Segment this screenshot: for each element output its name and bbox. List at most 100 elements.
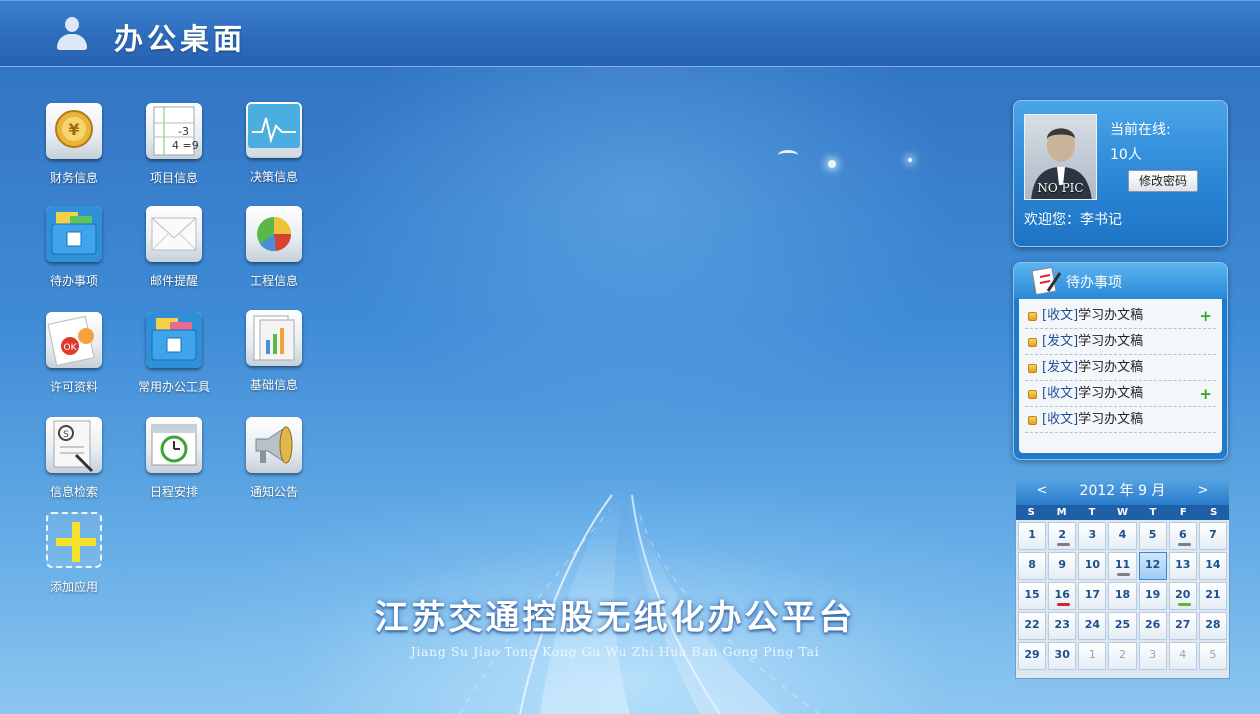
event-marker: [1057, 603, 1071, 606]
online-label: 当前在线:: [1110, 122, 1171, 138]
calendar-day-cell[interactable]: 24: [1078, 612, 1107, 640]
app-office-tools[interactable]: 常用办公工具: [126, 312, 222, 395]
calendar-day-cell[interactable]: 23: [1048, 612, 1077, 640]
calendar-day-cell[interactable]: 5: [1198, 642, 1227, 670]
app-label: 许可资料: [49, 380, 98, 394]
calendar-day-cell[interactable]: 29: [1018, 642, 1047, 670]
app-label: 决策信息: [249, 170, 298, 184]
add-icon[interactable]: +: [1199, 387, 1212, 402]
avatar[interactable]: NO PIC: [1024, 114, 1097, 200]
app-permit-materials[interactable]: OK 许可资料: [26, 312, 122, 395]
calendar-day-number: 1: [1028, 528, 1036, 541]
app-project-info[interactable]: -3 4 =9 项目信息: [126, 103, 222, 186]
calendar-day-cell[interactable]: 4: [1108, 522, 1137, 550]
calendar-day-number: 4: [1179, 648, 1187, 661]
todo-list: [收文]学习办文稿 + [发文]学习办文稿 [发文]学习办文稿 [收文]学习办文…: [1019, 299, 1222, 453]
monitor-chart-icon: [246, 102, 302, 158]
calendar-day-number: 30: [1054, 648, 1070, 661]
calendar-day-cell[interactable]: 28: [1198, 612, 1227, 640]
todo-item[interactable]: [收文]学习办文稿: [1025, 407, 1216, 433]
calendar-day-cell[interactable]: 27: [1168, 612, 1197, 640]
app-label: 待办事项: [49, 274, 98, 288]
user-icon: [56, 17, 88, 51]
add-plus-icon: [46, 512, 102, 568]
app-label: 财务信息: [49, 171, 98, 185]
app-label: 通知公告: [249, 485, 298, 499]
app-todo-items[interactable]: 待办事项: [26, 206, 122, 289]
calendar-day-cell[interactable]: 25: [1108, 612, 1137, 640]
calendar-day-cell[interactable]: 1: [1078, 642, 1107, 670]
app-schedule[interactable]: 日程安排: [126, 417, 222, 500]
calendar-day-number: 27: [1175, 618, 1191, 631]
calendar-day-cell[interactable]: 17: [1078, 582, 1107, 610]
calendar-day-cell[interactable]: 1: [1018, 522, 1047, 550]
calendar-month-title: 2012 年 9 月: [1079, 483, 1166, 499]
report-document-icon: [246, 310, 302, 366]
weekday-label: S: [1027, 507, 1035, 518]
todo-item[interactable]: [发文]学习办文稿: [1025, 355, 1216, 381]
svg-text:¥: ¥: [68, 120, 79, 139]
calendar-day-cell[interactable]: 2: [1048, 522, 1077, 550]
app-label: 基础信息: [249, 378, 298, 392]
app-label: 邮件提醒: [149, 274, 198, 288]
mail-envelope-icon: [146, 206, 202, 262]
app-mail-reminder[interactable]: 邮件提醒: [126, 206, 222, 289]
calendar-day-cell[interactable]: 6: [1168, 522, 1197, 550]
bullet-icon: [1028, 416, 1037, 425]
calendar-day-cell[interactable]: 8: [1018, 552, 1047, 580]
calendar-day-cell[interactable]: 13: [1168, 552, 1197, 580]
calendar-day-cell[interactable]: 3: [1078, 522, 1107, 550]
calendar-day-cell[interactable]: 14: [1198, 552, 1227, 580]
todo-item-tag: [发文]: [1042, 334, 1079, 349]
calendar-day-cell[interactable]: 30: [1048, 642, 1077, 670]
calendar-day-cell[interactable]: 7: [1198, 522, 1227, 550]
weekday-label: S: [1210, 507, 1218, 518]
calendar-day-cell[interactable]: 15: [1018, 582, 1047, 610]
todo-item[interactable]: [收文]学习办文稿 +: [1025, 303, 1216, 329]
app-info-search[interactable]: S 信息检索: [26, 417, 122, 500]
calendar-day-number: 3: [1149, 648, 1157, 661]
app-finance-info[interactable]: ¥ 财务信息: [26, 103, 122, 186]
app-decision-info[interactable]: 决策信息: [226, 102, 322, 185]
next-month-button[interactable]: >: [1191, 477, 1215, 505]
megaphone-icon: [246, 417, 302, 473]
page-title: 办公桌面: [114, 22, 247, 56]
calendar-day-number: 9: [1058, 558, 1067, 571]
app-engineering-info[interactable]: 工程信息: [226, 206, 322, 289]
prev-month-button[interactable]: <: [1030, 477, 1054, 505]
app-label: 日程安排: [149, 485, 198, 499]
calendar-day-cell[interactable]: 16: [1048, 582, 1077, 610]
bullet-icon: [1028, 338, 1037, 347]
calendar-day-cell[interactable]: 5: [1138, 522, 1167, 550]
app-label: 信息检索: [49, 485, 98, 499]
calendar-day-cell[interactable]: 12: [1138, 552, 1167, 580]
calendar-day-number: 5: [1148, 528, 1157, 541]
calendar-day-cell[interactable]: 20: [1168, 582, 1197, 610]
todo-item-tag: [收文]: [1042, 308, 1079, 323]
calendar-day-cell[interactable]: 2: [1108, 642, 1137, 670]
calendar-clock-icon: [146, 417, 202, 473]
app-basic-info[interactable]: 基础信息: [226, 310, 322, 393]
calendar-day-number: 10: [1084, 558, 1100, 571]
app-label: 常用办公工具: [137, 380, 210, 394]
calendar-day-cell[interactable]: 18: [1108, 582, 1137, 610]
calendar-day-cell[interactable]: 10: [1078, 552, 1107, 580]
bullet-icon: [1028, 390, 1037, 399]
change-password-button[interactable]: 修改密码: [1128, 170, 1198, 192]
calendar-day-cell[interactable]: 11: [1108, 552, 1137, 580]
calendar-day-number: 8: [1028, 558, 1036, 571]
calendar-day-cell[interactable]: 26: [1138, 612, 1167, 640]
calendar-day-cell[interactable]: 19: [1138, 582, 1167, 610]
app-notice[interactable]: 通知公告: [226, 417, 322, 500]
todo-item[interactable]: [收文]学习办文稿 +: [1025, 381, 1216, 407]
add-app-button[interactable]: 添加应用: [26, 512, 122, 595]
calendar-day-cell[interactable]: 4: [1168, 642, 1197, 670]
app-label: 添加应用: [49, 580, 98, 594]
calendar-day-cell[interactable]: 9: [1048, 552, 1077, 580]
add-icon[interactable]: +: [1199, 309, 1212, 324]
calendar-day-cell[interactable]: 3: [1138, 642, 1167, 670]
todo-item[interactable]: [发文]学习办文稿: [1025, 329, 1216, 355]
calendar-day-number: 26: [1144, 618, 1161, 631]
calendar-day-cell[interactable]: 22: [1018, 612, 1047, 640]
calendar-day-cell[interactable]: 21: [1198, 582, 1227, 610]
